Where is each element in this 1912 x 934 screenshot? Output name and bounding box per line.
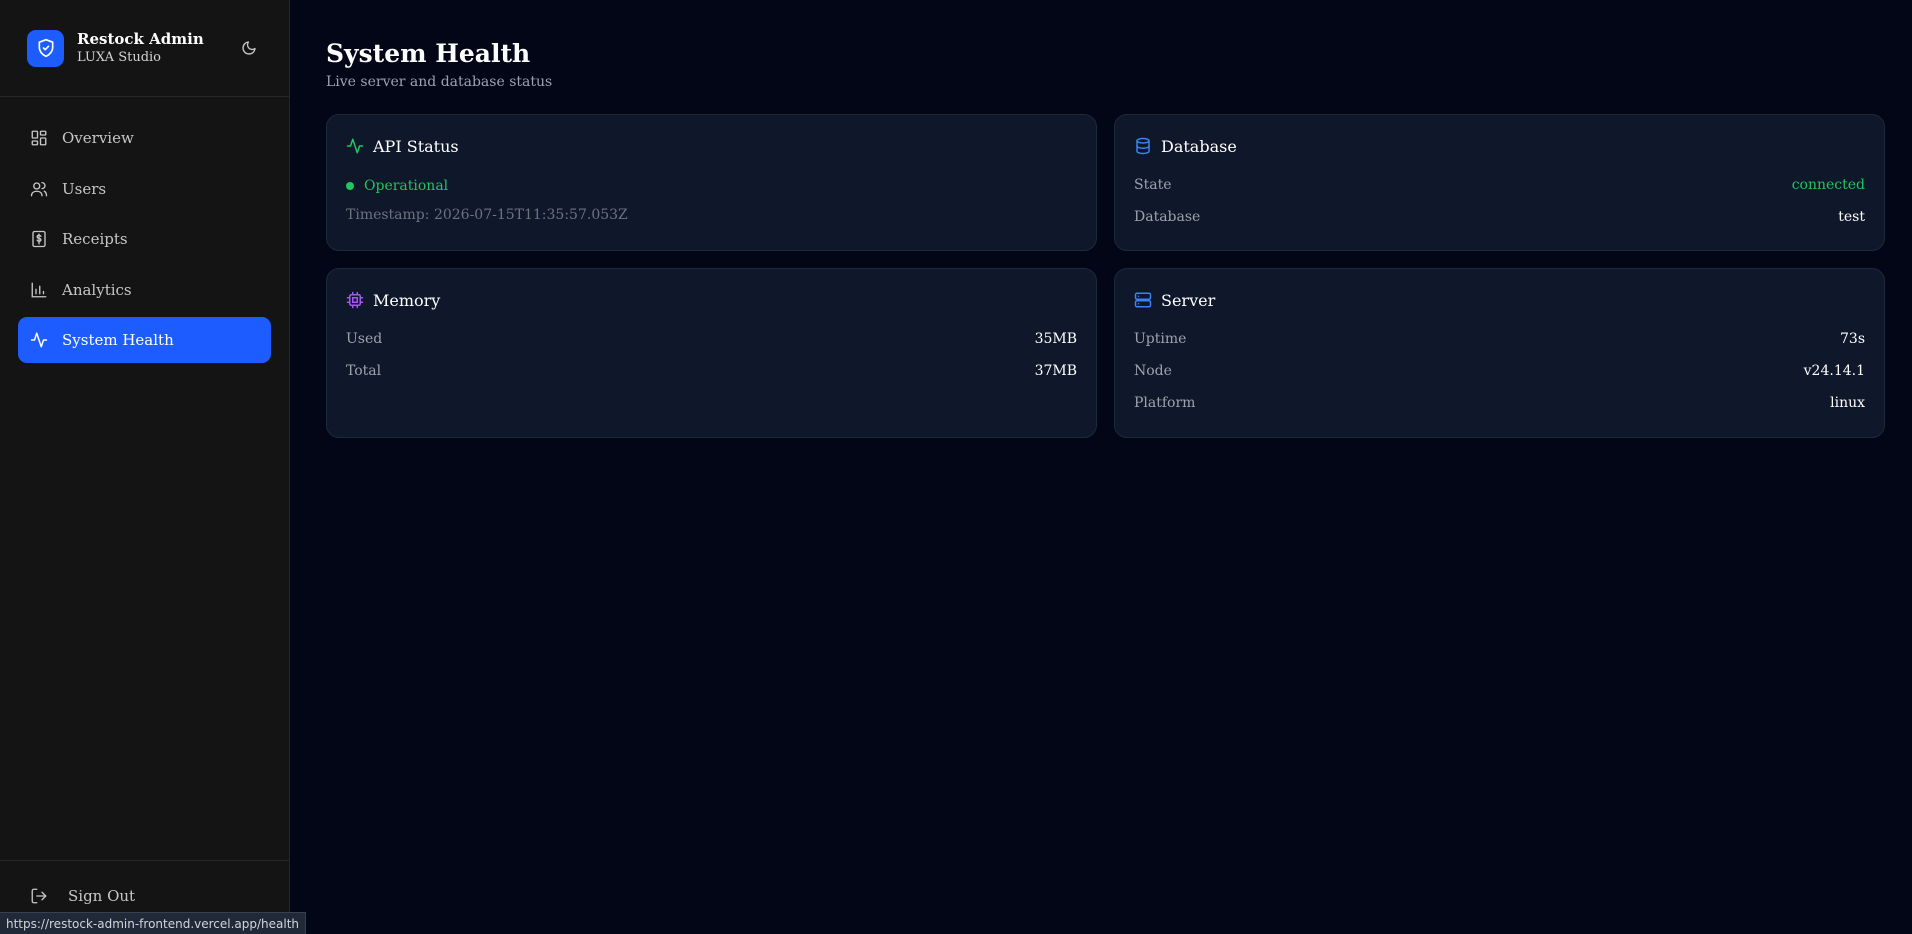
- server-card: Server Uptime 73s Node v24.14.1 Platform…: [1114, 268, 1885, 438]
- sidebar-item-label: Analytics: [62, 280, 132, 299]
- users-icon: [30, 180, 48, 198]
- sidebar-item-label: Overview: [62, 129, 134, 147]
- kv-row: State connected: [1134, 169, 1865, 201]
- kv-row: Database test: [1134, 201, 1865, 233]
- bar-chart-icon: [30, 281, 48, 299]
- brand-title: Restock Admin: [77, 30, 204, 48]
- kv-row: Node v24.14.1: [1134, 355, 1865, 387]
- cpu-icon: [346, 291, 364, 309]
- card-body: State connected Database test: [1134, 169, 1865, 233]
- sidebar-item-label: Receipts: [62, 230, 128, 248]
- kv-value: 35MB: [1034, 331, 1077, 347]
- brand-header: Restock Admin LUXA Studio: [0, 0, 289, 97]
- page-subtitle: Live server and database status: [326, 74, 553, 90]
- database-card: Database State connected Database test: [1114, 114, 1885, 251]
- brand-subtitle: LUXA Studio: [77, 50, 161, 65]
- kv-value: 37MB: [1034, 363, 1077, 379]
- database-icon: [1134, 137, 1152, 155]
- sign-out-label: Sign Out: [68, 887, 136, 905]
- kv-key: Used: [346, 331, 383, 347]
- card-header: Database: [1134, 135, 1865, 157]
- kv-key: Database: [1134, 209, 1201, 225]
- logout-icon: [30, 887, 48, 905]
- brand-text: Restock Admin LUXA Studio: [77, 30, 204, 66]
- page-title: System Health: [326, 39, 531, 68]
- health-cards-grid: API Status Operational Timestamp: 2026-0…: [326, 114, 1885, 438]
- dashboard-icon: [30, 129, 48, 147]
- kv-row: Total 37MB: [346, 355, 1077, 387]
- kv-key: Platform: [1134, 395, 1196, 411]
- sidebar: Restock Admin LUXA Studio Overview Users…: [0, 0, 290, 934]
- sidebar-nav: Overview Users Receipts Analytics System…: [0, 97, 289, 368]
- card-title: Memory: [373, 290, 441, 310]
- activity-icon: [346, 137, 364, 155]
- sidebar-item-label: System Health: [62, 331, 174, 349]
- status-text: Operational: [364, 178, 449, 194]
- api-status-card: API Status Operational Timestamp: 2026-0…: [326, 114, 1097, 251]
- kv-value: linux: [1830, 395, 1865, 411]
- card-header: Memory: [346, 289, 1077, 311]
- memory-card: Memory Used 35MB Total 37MB: [326, 268, 1097, 438]
- card-header: Server: [1134, 289, 1865, 311]
- sidebar-item-label: Users: [62, 179, 107, 198]
- card-body: Used 35MB Total 37MB: [346, 323, 1077, 387]
- app-root: Restock Admin LUXA Studio Overview Users…: [0, 0, 1912, 934]
- shield-icon: [27, 29, 64, 67]
- server-icon: [1134, 291, 1152, 309]
- card-header: API Status: [346, 135, 1077, 157]
- card-body: Operational Timestamp: 2026-07-15T11:35:…: [346, 175, 1077, 223]
- kv-key: State: [1134, 177, 1172, 193]
- kv-value: test: [1838, 209, 1865, 225]
- kv-value: v24.14.1: [1803, 363, 1865, 379]
- main-content: System Health Live server and database s…: [290, 0, 1912, 934]
- sidebar-item-receipts[interactable]: Receipts: [18, 216, 271, 262]
- card-title: API Status: [373, 136, 459, 156]
- kv-key: Uptime: [1134, 331, 1187, 347]
- activity-icon: [30, 331, 48, 349]
- card-title: Database: [1161, 136, 1237, 156]
- status-dot-icon: [346, 182, 354, 190]
- kv-value: 73s: [1840, 331, 1865, 347]
- kv-row: Platform linux: [1134, 387, 1865, 419]
- kv-key: Node: [1134, 363, 1172, 379]
- kv-row: Uptime 73s: [1134, 323, 1865, 355]
- card-title: Server: [1161, 290, 1216, 310]
- kv-key: Total: [346, 363, 382, 379]
- theme-toggle-button[interactable]: [239, 38, 259, 58]
- status-bar-url: https://restock-admin-frontend.vercel.ap…: [0, 912, 307, 934]
- kv-row: Used 35MB: [346, 323, 1077, 355]
- sidebar-item-users[interactable]: Users: [18, 166, 271, 212]
- timestamp: Timestamp: 2026-07-15T11:35:57.053Z: [346, 207, 628, 223]
- kv-value: connected: [1791, 177, 1865, 193]
- moon-icon: [242, 41, 256, 55]
- sidebar-item-analytics[interactable]: Analytics: [18, 267, 271, 313]
- sidebar-item-system-health[interactable]: System Health: [18, 317, 271, 363]
- card-body: Uptime 73s Node v24.14.1 Platform linux: [1134, 323, 1865, 419]
- sign-out-button[interactable]: Sign Out: [30, 887, 135, 905]
- sidebar-item-overview[interactable]: Overview: [18, 115, 271, 161]
- status-badge: Operational: [346, 175, 1077, 197]
- receipt-icon: [30, 230, 48, 248]
